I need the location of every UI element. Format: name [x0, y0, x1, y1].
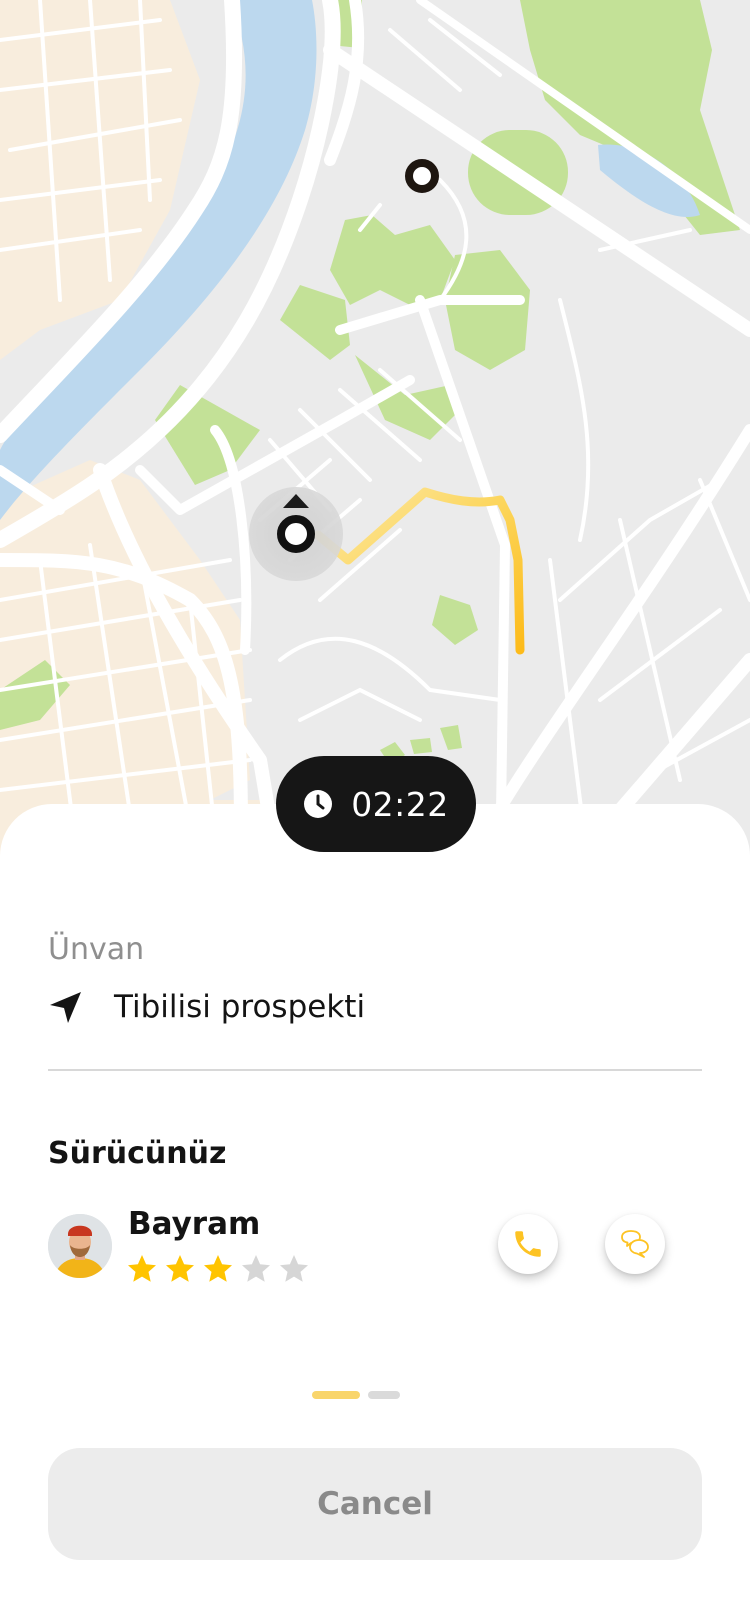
- divider: [48, 1069, 702, 1071]
- car-position-marker: [249, 487, 343, 581]
- star-empty-icon: [280, 1255, 308, 1282]
- call-driver-button[interactable]: [498, 1214, 558, 1274]
- phone-icon: [515, 1231, 541, 1257]
- clock-icon: [304, 790, 333, 818]
- chat-driver-button[interactable]: [605, 1214, 665, 1274]
- driver-rating: [126, 1253, 310, 1285]
- destination-label: Ünvan: [48, 932, 145, 967]
- avatar: [48, 1214, 112, 1278]
- driver-name: Bayram: [128, 1206, 261, 1242]
- star-empty-icon: [242, 1255, 270, 1282]
- page-indicator-dot[interactable]: [368, 1391, 400, 1399]
- chat-bubbles-icon: [621, 1230, 649, 1258]
- destination-value: Tibilisi prospekti: [114, 989, 366, 1025]
- page-indicator-dot-active[interactable]: [312, 1391, 360, 1399]
- star-filled-icon: [204, 1255, 232, 1282]
- page-indicator: [312, 1391, 400, 1399]
- map-view[interactable]: [0, 0, 750, 880]
- cancel-button[interactable]: Cancel: [48, 1448, 702, 1560]
- eta-timer: 02:22: [276, 756, 476, 852]
- navigation-arrow-icon: [50, 992, 81, 1023]
- eta-timer-value: 02:22: [351, 784, 449, 824]
- driver-section-title: Sürücünüz: [48, 1136, 227, 1171]
- pickup-marker-icon: [405, 159, 439, 193]
- star-filled-icon: [128, 1255, 156, 1282]
- star-filled-icon: [166, 1255, 194, 1282]
- destination-row[interactable]: Tibilisi prospekti: [48, 984, 365, 1030]
